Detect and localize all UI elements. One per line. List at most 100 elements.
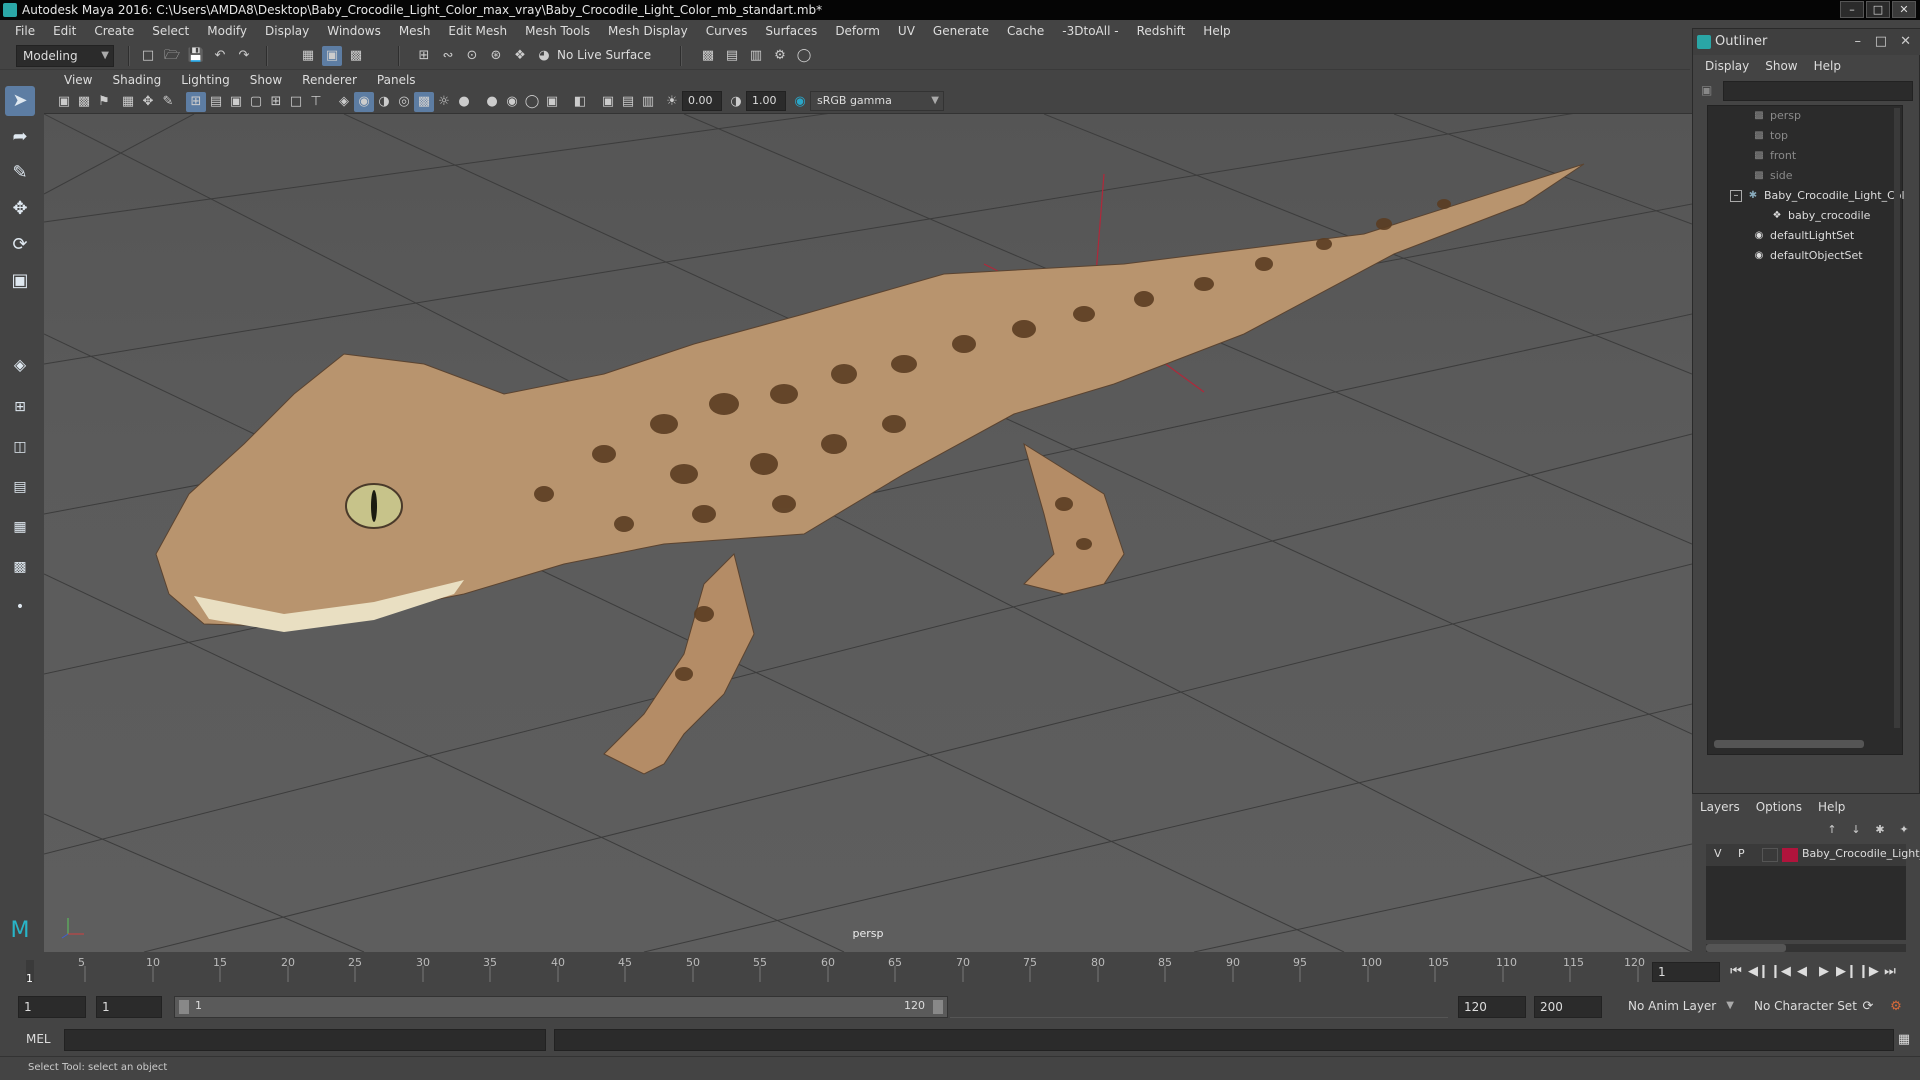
outliner-close-button[interactable]: ✕ [1900,29,1911,55]
minimize-button[interactable]: – [1840,1,1864,18]
menu-edit[interactable]: Edit [44,24,85,38]
outliner-horizontal-scrollbar[interactable] [1714,740,1864,748]
snap-curve-icon[interactable]: ∾ [438,46,458,66]
gamma-field[interactable]: 1.00 [746,91,786,111]
paint-select-tool-icon[interactable]: ✎ [5,158,35,188]
range-start-handle[interactable] [179,1000,189,1014]
film-gate-icon[interactable]: ▤ [206,92,226,112]
layer-visibility-toggle[interactable]: V [1714,847,1722,860]
new-layer-selected-icon[interactable]: ✦ [1894,820,1914,840]
wireframe-on-shaded-icon[interactable]: ◎ [394,92,414,112]
outliner-maximize-button[interactable]: □ [1875,29,1887,55]
xray-joints-icon[interactable]: ▤ [618,92,638,112]
anti-aliasing-icon[interactable]: ◯ [522,92,542,112]
undo-icon[interactable]: ↶ [210,46,230,66]
menu-curves[interactable]: Curves [697,24,757,38]
ipr-render-icon[interactable]: ▥ [746,46,766,66]
layers-menu-options[interactable]: Options [1756,800,1802,814]
xray-components-icon[interactable]: ▥ [638,92,658,112]
step-back-frame-icon[interactable]: ◀❙ [1748,962,1769,982]
menu-edit-mesh[interactable]: Edit Mesh [439,24,516,38]
live-surface-field[interactable]: No Live Surface [552,45,662,67]
camera-select-icon[interactable]: ▣ [54,92,74,112]
gamma-icon[interactable]: ◑ [726,92,746,112]
menu-deform[interactable]: Deform [826,24,889,38]
snap-surface-icon[interactable]: ◕ [534,46,554,66]
outliner-menu-show[interactable]: Show [1757,59,1805,73]
use-all-lights-icon[interactable]: ☼ [434,92,454,112]
script-editor-icon[interactable]: ▦ [1894,1030,1914,1050]
collapse-icon[interactable]: – [1730,190,1742,202]
layer-playback-toggle[interactable]: P [1738,847,1745,860]
color-management-icon[interactable]: ◉ [790,92,810,112]
outliner-item[interactable]: ◉ defaultLightSet [1752,226,1855,246]
vp-menu-shading[interactable]: Shading [102,73,171,87]
layer-type-toggle[interactable] [1762,848,1778,862]
two-d-pan-icon[interactable]: ✥ [138,92,158,112]
isolate-select-icon[interactable]: ◧ [570,92,590,112]
menu-redshift[interactable]: Redshift [1128,24,1195,38]
character-set-dropdown[interactable]: No Character Set [1748,996,1866,1018]
vp-menu-panels[interactable]: Panels [367,73,426,87]
render-current-icon[interactable]: ▤ [722,46,742,66]
step-forward-frame-icon[interactable]: ❙▶ [1858,962,1879,982]
auto-key-icon[interactable]: ⟳ [1858,997,1878,1017]
layout-graph-editor-icon[interactable]: ▦ [5,512,35,542]
range-end-handle[interactable] [933,1000,943,1014]
outliner-item[interactable]: ▩ front [1752,146,1796,166]
menu-file[interactable]: File [6,24,44,38]
wireframe-icon[interactable]: ◈ [334,92,354,112]
layers-menu-layers[interactable]: Layers [1700,800,1740,814]
field-chart-icon[interactable]: ⊞ [266,92,286,112]
vp-menu-lighting[interactable]: Lighting [171,73,240,87]
move-tool-icon[interactable]: ✥ [5,194,35,224]
menu-generate[interactable]: Generate [924,24,998,38]
open-scene-icon[interactable]: 🗁 [162,46,182,66]
camera-attributes-icon[interactable]: ▩ [74,92,94,112]
outliner-item[interactable]: ▩ side [1752,166,1792,186]
menu-modify[interactable]: Modify [198,24,256,38]
menu-mesh-display[interactable]: Mesh Display [599,24,697,38]
new-scene-icon[interactable]: □ [138,46,158,66]
outliner-search-input[interactable] [1723,81,1913,101]
outliner-item[interactable]: ◉ defaultObjectSet [1752,246,1863,266]
menu-create[interactable]: Create [85,24,143,38]
command-language-label[interactable]: MEL [26,1032,51,1046]
image-plane-icon[interactable]: ▦ [118,92,138,112]
color-space-dropdown[interactable]: sRGB gamma ▼ [810,91,944,111]
show-manipulator-icon[interactable]: ◈ [5,350,35,380]
outliner-vertical-scrollbar[interactable] [1894,108,1900,728]
smooth-shade-icon[interactable]: ◉ [354,92,374,112]
menu-help[interactable]: Help [1194,24,1239,38]
scene-view[interactable]: persp [44,114,1692,952]
hypershade-icon[interactable]: ◯ [794,46,814,66]
vp-menu-renderer[interactable]: Renderer [292,73,367,87]
anim-layer-dropdown[interactable]: No Anim Layer ▼ [1622,996,1738,1018]
exposure-icon[interactable]: ☀ [662,92,682,112]
go-to-end-icon[interactable]: ⏭ [1880,962,1900,982]
time-slider[interactable]: 1 5 10 15 20 25 30 35 40 45 50 55 60 65 … [0,952,1920,988]
layout-outliner-persp-icon[interactable]: ▤ [5,472,35,502]
anim-end-field[interactable]: 120 [1458,996,1526,1018]
start-time-field[interactable]: 1 [18,996,86,1018]
layers-menu-help[interactable]: Help [1818,800,1845,814]
resolution-gate-icon[interactable]: ▣ [226,92,246,112]
grid-toggle-icon[interactable]: ⊞ [186,92,206,112]
textured-icon[interactable]: ▩ [414,92,434,112]
menu-surfaces[interactable]: Surfaces [756,24,826,38]
select-tool-icon[interactable]: ➤ [5,86,35,116]
maximize-button[interactable]: □ [1866,1,1890,18]
rotate-tool-icon[interactable]: ⟳ [5,230,35,260]
new-layer-icon[interactable]: ✱ [1870,820,1890,840]
save-scene-icon[interactable]: 💾 [186,46,206,66]
move-layer-down-icon[interactable]: ↓ [1846,820,1866,840]
outliner-item[interactable]: – ✱ Baby_Crocodile_Light_Col [1730,186,1905,206]
layer-name[interactable]: Baby_Crocodile_Light_ [1802,847,1920,860]
lasso-tool-icon[interactable]: ➦ [5,122,35,152]
layout-two-view-icon[interactable]: ◫ [5,432,35,462]
layout-more-icon[interactable]: • [5,592,35,622]
depth-of-field-icon[interactable]: ▣ [542,92,562,112]
safe-action-icon[interactable]: □ [286,92,306,112]
go-to-start-icon[interactable]: ⏮ [1726,962,1746,982]
snap-live-icon[interactable]: ❖ [510,46,530,66]
